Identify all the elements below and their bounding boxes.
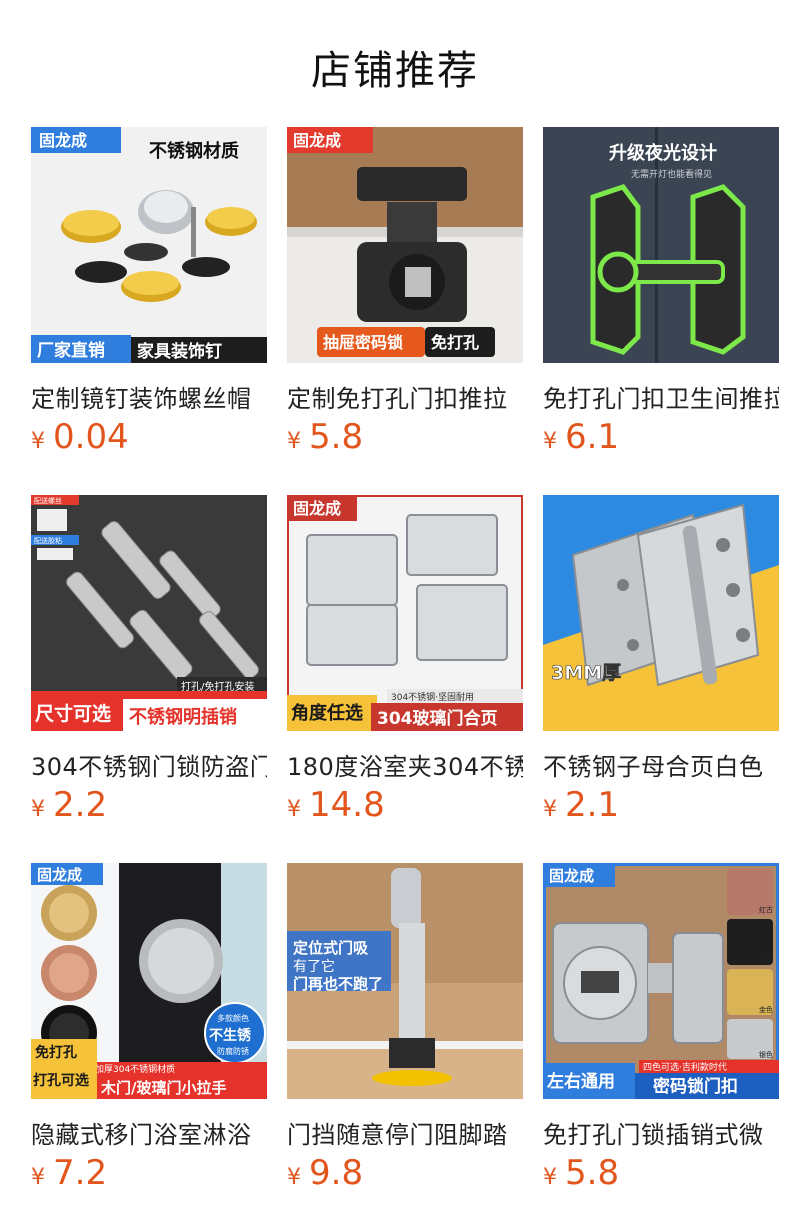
product-image[interactable]: 3MM厚: [543, 495, 779, 731]
price-value: 14.8: [309, 785, 385, 825]
currency-symbol: ¥: [543, 429, 557, 454]
currency-symbol: ¥: [543, 797, 557, 822]
product-price: ¥5.8: [543, 1153, 619, 1193]
price-value: 2.2: [53, 785, 108, 825]
badge-line2: 有了它: [293, 958, 335, 975]
price-value: 0.04: [53, 417, 129, 457]
currency-symbol: ¥: [31, 1165, 45, 1190]
product-price: ¥14.8: [287, 785, 385, 825]
badge-small-b: 配送胶粘: [34, 536, 62, 545]
badge-bottom-left: 抽屉密码锁: [323, 333, 403, 352]
badge-bottom-left-1: 免打孔: [35, 1044, 77, 1061]
brand-tag: 固龙成: [39, 131, 87, 150]
product-image[interactable]: 固龙成 抽屉密码锁 免打孔: [287, 127, 523, 363]
badge-bottom-right: 木门/玻璃门小拉手: [100, 1079, 226, 1097]
currency-symbol: ¥: [287, 797, 301, 822]
badge-bottom-right: 不锈钢明插销: [129, 706, 237, 728]
brand-tag: 固龙成: [293, 131, 341, 150]
seal-main: 不生锈: [209, 1027, 252, 1044]
product-name[interactable]: 定制镜钉装饰螺丝帽: [31, 379, 267, 414]
product-name[interactable]: 门挡随意停门阻脚踏: [287, 1115, 523, 1150]
product-name[interactable]: 180度浴室夹304不锈钢: [287, 747, 523, 782]
product-price: ¥0.04: [31, 417, 129, 457]
price-value: 2.1: [565, 785, 620, 825]
price-value: 9.8: [309, 1153, 364, 1193]
badge-small: 加厚304不锈钢材质: [95, 1063, 175, 1075]
section-title: 店铺推荐: [311, 48, 479, 94]
badge-bottom-left: 角度任选: [291, 702, 363, 724]
badge-bottom-right: 免打孔: [431, 333, 479, 352]
price-value: 6.1: [565, 417, 620, 457]
product-name[interactable]: 免打孔门锁插销式微: [543, 1115, 779, 1150]
product-name[interactable]: 304不锈钢门锁防盗门: [31, 747, 267, 782]
color-option-4: 银色: [759, 1050, 773, 1059]
product-name[interactable]: 定制免打孔门扣推拉: [287, 379, 523, 414]
product-image[interactable]: 固龙成 红古 黑色 金色 银色 四色可选·吉利款时代 左右通用 密码锁门扣: [543, 863, 779, 1099]
product-price: ¥2.2: [31, 785, 107, 825]
currency-symbol: ¥: [31, 797, 45, 822]
badge-small: 304不锈钢·坚固耐用: [391, 691, 474, 703]
badge-line3: 门再也不跑了: [293, 975, 383, 993]
product-name[interactable]: 免打孔门扣卫生间推拉: [543, 379, 779, 414]
product-price: ¥2.1: [543, 785, 619, 825]
brand-tag: 固龙成: [293, 499, 341, 518]
product-image[interactable]: 升级夜光设计 无需开灯也能看得见: [543, 127, 779, 363]
badge-small: 四色可选·吉利款时代: [643, 1061, 727, 1073]
brand-tag: 固龙成: [549, 867, 594, 885]
product-price: ¥9.8: [287, 1153, 363, 1193]
badge-bottom-left: 尺寸可选: [35, 702, 111, 725]
color-option-3: 金色: [759, 1005, 773, 1014]
currency-symbol: ¥: [543, 1165, 557, 1190]
product-image[interactable]: 固龙成 多款颜色 不生锈 防腐防锈 加厚304不锈钢材质 免打孔 打孔可选 木门…: [31, 863, 267, 1099]
product-image[interactable]: 配送螺丝 配送胶粘 打孔/免打孔安装 尺寸可选 不锈钢明插销: [31, 495, 267, 731]
badge-bottom-right: 密码锁门扣: [653, 1076, 738, 1097]
brand-tag: 固龙成: [37, 866, 82, 884]
product-image[interactable]: 固龙成 304不锈钢·坚固耐用 角度任选 304玻璃门合页: [287, 495, 523, 731]
badge-bottom-right: 家具装饰钉: [137, 341, 222, 362]
currency-symbol: ¥: [31, 429, 45, 454]
badge-label: 3MM厚: [551, 662, 621, 684]
price-value: 5.8: [309, 417, 364, 457]
badge-bottom-left: 左右通用: [547, 1071, 615, 1092]
badge-bottom-left: 厂家直销: [37, 340, 105, 361]
badge-bottom-right: 304玻璃门合页: [377, 708, 498, 729]
color-option-1: 红古: [759, 905, 773, 914]
product-name[interactable]: 隐藏式移门浴室淋浴: [31, 1115, 267, 1150]
product-name[interactable]: 不锈钢子母合页白色: [543, 747, 779, 782]
seal-bottom: 防腐防锈: [217, 1046, 249, 1056]
badge-top: 升级夜光设计: [609, 142, 717, 164]
badge-bottom-left-2: 打孔可选: [33, 1072, 89, 1089]
seal-top: 多款颜色: [217, 1013, 249, 1023]
currency-symbol: ¥: [287, 429, 301, 454]
price-value: 7.2: [53, 1153, 108, 1193]
color-option-2: 黑色: [759, 955, 773, 964]
product-image[interactable]: 固龙成 不锈钢材质 厂家直销 家具装饰钉: [31, 127, 267, 363]
currency-symbol: ¥: [287, 1165, 301, 1190]
product-price: ¥7.2: [31, 1153, 107, 1193]
product-image[interactable]: 定位式门吸 有了它 门再也不跑了: [287, 863, 523, 1099]
product-price: ¥5.8: [287, 417, 363, 457]
badge-small-a: 配送螺丝: [34, 496, 62, 505]
product-price: ¥6.1: [543, 417, 619, 457]
price-value: 5.8: [565, 1153, 620, 1193]
badge-line1: 定位式门吸: [293, 939, 369, 957]
badge-top: 不锈钢材质: [149, 140, 239, 162]
badge-sub: 无需开灯也能看得见: [631, 168, 712, 180]
